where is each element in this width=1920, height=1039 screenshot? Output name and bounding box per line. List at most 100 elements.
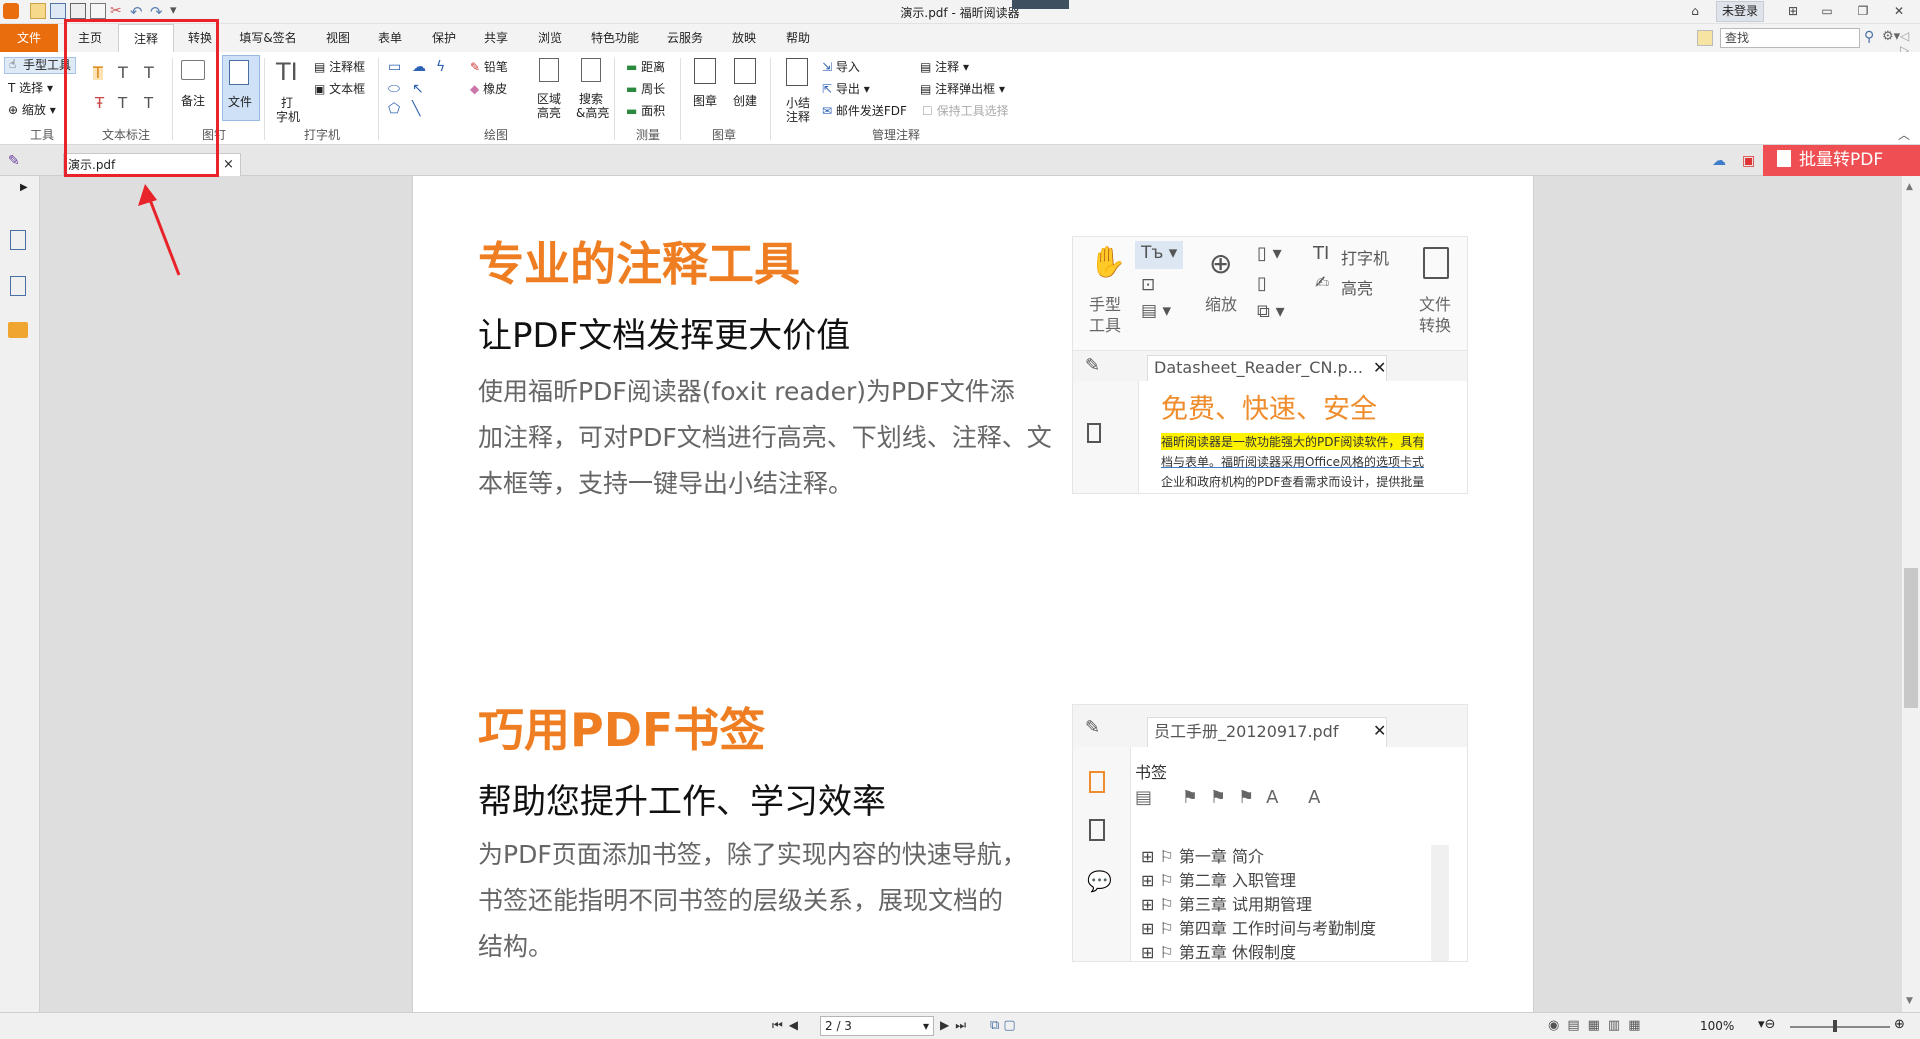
export-label: 导出: [835, 82, 860, 96]
collapse-ribbon-icon[interactable]: ︿: [1898, 126, 1910, 143]
skin-icon[interactable]: ⌂: [1684, 2, 1706, 20]
arrow-icon[interactable]: ↖: [412, 82, 424, 96]
pointer-arrow: [138, 184, 181, 276]
tab-help[interactable]: 帮助: [778, 24, 818, 52]
popup-button[interactable]: ▤ 注释弹出框 ▾: [920, 80, 1005, 97]
mini-page3-icon: ⧉ ▾: [1257, 301, 1285, 322]
search-icon[interactable]: ⚲: [1864, 29, 1874, 45]
page-nav-prev-icons[interactable]: ⏮◀: [772, 1018, 804, 1033]
area-button[interactable]: ▬ 面积: [626, 102, 665, 119]
comments-panel-icon[interactable]: [8, 322, 28, 338]
document-tab-close[interactable]: ×: [223, 157, 234, 172]
keep-tool-checkbox[interactable]: ☐ 保持工具选择: [922, 102, 1009, 119]
tab-form[interactable]: 表单: [370, 24, 410, 52]
pdf-page: 专业的注释工具 让PDF文档发挥更大价值 使用福昕PDF阅读器(foxit re…: [412, 176, 1534, 1012]
sidebar-toggle-icon[interactable]: ✎: [8, 153, 20, 169]
restore-button[interactable]: ❐: [1852, 2, 1874, 20]
scroll-up-icon[interactable]: ▲: [1906, 182, 1913, 192]
summary-icon[interactable]: [786, 58, 808, 86]
textbox-label: 文本框: [329, 82, 366, 96]
mini-doc-line2: 档与表单。福昕阅读器采用Office风格的选项卡式: [1161, 455, 1425, 469]
create-stamp-icon[interactable]: [734, 58, 756, 84]
cloud-icon[interactable]: ☁: [412, 60, 426, 74]
screenshot-annotation-tools: ✋ 手型 工具 Tъ ▾ ⊡ ▤ ▾ ⊕ 缩放 ▯ ▾ ▯ ⧉ ▾ TI 打字机…: [1072, 236, 1468, 494]
eraser-label: 橡皮: [483, 82, 508, 96]
zoom-slider-handle[interactable]: [1833, 1020, 1837, 1032]
email-fdf-icon: ✉: [822, 104, 833, 118]
textbox-button[interactable]: ▣ 文本框: [314, 80, 365, 97]
callout-button[interactable]: ▤ 注释框: [314, 58, 365, 75]
typewriter-icon[interactable]: TI: [276, 60, 298, 84]
search-input[interactable]: 查找: [1720, 28, 1860, 48]
area-highlight-icon[interactable]: [539, 58, 559, 82]
search-highlight-label-2: &高亮: [576, 106, 610, 120]
section1-line1: 使用福昕PDF阅读器(foxit reader)为PDF文件添: [478, 377, 1015, 406]
tab-file[interactable]: 文件: [0, 24, 58, 52]
view-mode-icon[interactable]: ⧉ ▢: [990, 1018, 1016, 1033]
close-button[interactable]: ✕: [1888, 2, 1910, 20]
stamp-icon[interactable]: [694, 58, 716, 84]
polyline-icon[interactable]: ϟ: [436, 60, 445, 74]
import-button[interactable]: ⇲ 导入: [822, 58, 860, 75]
expand-arrow-icon[interactable]: ▶: [20, 182, 28, 193]
tab-view[interactable]: 视图: [318, 24, 358, 52]
pencil-button[interactable]: ✎ 铅笔: [470, 58, 508, 75]
tab-protect[interactable]: 保护: [424, 24, 464, 52]
search-highlight-icon[interactable]: [581, 58, 601, 82]
eraser-button[interactable]: ◆ 橡皮: [470, 80, 507, 97]
zoom-percent[interactable]: 100%: [1700, 1019, 1734, 1033]
scroll-thumb[interactable]: [1904, 568, 1918, 708]
cloud-icon[interactable]: ☁: [1712, 153, 1726, 169]
area-label: 面积: [641, 104, 666, 118]
create-stamp-label: 创建: [733, 94, 758, 108]
zoom-out-icon[interactable]: ▾⊖: [1758, 1017, 1775, 1032]
annot-icon: ▤: [920, 60, 932, 74]
tab-cloud[interactable]: 云服务: [660, 24, 710, 52]
settings-icon[interactable]: ⚙▾: [1882, 29, 1900, 44]
page-number-input[interactable]: 2 / 3 ▾: [820, 1016, 934, 1036]
mini2-pages-icon: [1089, 819, 1105, 841]
layout-icon[interactable]: ⊞: [1782, 2, 1804, 20]
page-nav-next-icons[interactable]: ▶⏭: [940, 1018, 972, 1033]
annot-button[interactable]: ▤ 注释 ▾: [920, 58, 969, 75]
section2-subheading: 帮助您提升工作、学习效率: [478, 782, 886, 822]
tab-fill-sign[interactable]: 填写&签名: [232, 24, 304, 52]
vertical-scrollbar[interactable]: ▲ ▼: [1902, 176, 1920, 1012]
line-icon[interactable]: ╲: [412, 102, 420, 116]
distance-button[interactable]: ▬ 距离: [626, 58, 665, 75]
convert-icon[interactable]: ▣: [1742, 153, 1755, 169]
perimeter-button[interactable]: ▬ 周长: [626, 80, 665, 97]
minimize-button[interactable]: ▭: [1816, 2, 1838, 20]
mini-typewriter-icon: TI: [1313, 243, 1330, 264]
tab-share[interactable]: 共享: [476, 24, 516, 52]
mini2-bookmark-item-icon: ⊞ ⚐: [1141, 871, 1179, 890]
bookmark-panel-icon[interactable]: [10, 230, 26, 250]
mini-typewriter-label: 打字机: [1341, 249, 1390, 268]
layout-mode-icons[interactable]: ◉▤▦▥▦: [1548, 1018, 1648, 1033]
mini-bookmark-icon: [1087, 423, 1101, 443]
select-label: 选择: [19, 81, 44, 95]
group-label-drawing: 绘图: [483, 128, 508, 142]
zoom-in-icon[interactable]: ⊕: [1894, 1017, 1905, 1032]
scroll-down-icon[interactable]: ▼: [1906, 996, 1913, 1006]
callout-label: 注释框: [329, 60, 366, 74]
select-button[interactable]: T 选择 ▾: [8, 79, 53, 96]
rectangle-icon[interactable]: ▭: [388, 60, 401, 74]
zoom-slider[interactable]: [1790, 1026, 1890, 1028]
tab-slideshow[interactable]: 放映: [724, 24, 764, 52]
export-button[interactable]: ⇱ 导出 ▾: [822, 80, 870, 97]
tab-features[interactable]: 特色功能: [584, 24, 646, 52]
zoom-button[interactable]: ⊕ 缩放 ▾: [8, 101, 56, 118]
login-button[interactable]: 未登录: [1716, 1, 1764, 22]
polygon-icon[interactable]: ⬠: [388, 102, 400, 116]
email-fdf-button[interactable]: ✉ 邮件发送FDF: [822, 102, 907, 119]
batch-convert-button[interactable]: 批量转PDF: [1763, 145, 1920, 176]
import-icon: ⇲: [822, 60, 833, 74]
mini2-bookmark-item: ⊞ ⚐ 第五章 休假制度: [1141, 941, 1376, 961]
pages-panel-icon[interactable]: [10, 276, 26, 296]
tab-browse[interactable]: 浏览: [528, 24, 572, 52]
separator: [770, 58, 771, 140]
mini2-bookmark-icon: [1089, 771, 1105, 793]
mini2-bookmark-item-icon: ⊞ ⚐: [1141, 847, 1179, 866]
oval-icon[interactable]: ⬭: [388, 82, 400, 96]
